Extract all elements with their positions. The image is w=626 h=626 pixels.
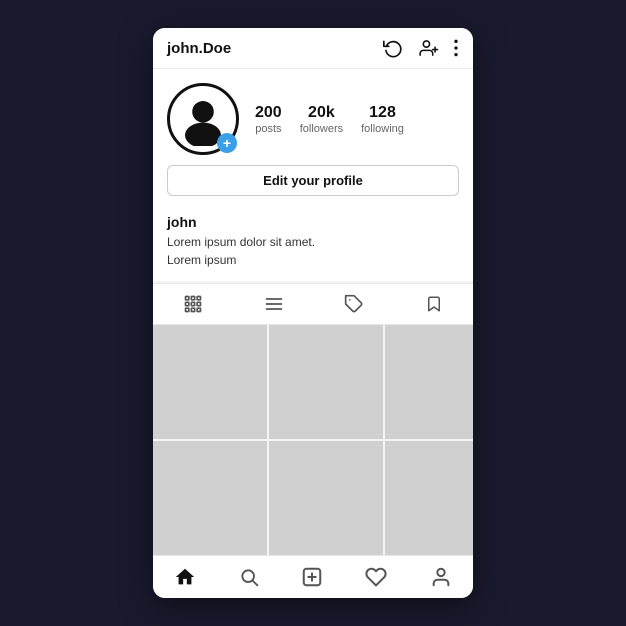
profile-row: + 200 posts 20k followers 128 following [167,83,459,155]
profile-section: + 200 posts 20k followers 128 following … [153,69,473,206]
following-count: 128 [369,103,396,122]
nav-add[interactable] [301,566,323,588]
top-bar-icons [383,38,459,58]
stats-row: 200 posts 20k followers 128 following [255,103,459,134]
tab-grid[interactable] [183,294,203,314]
bottom-nav [153,555,473,598]
phone-frame: john.Doe [153,28,473,598]
photo-grid [153,325,473,555]
grid-cell-2[interactable] [269,325,383,439]
tab-tag[interactable] [344,294,364,314]
nav-home[interactable] [174,566,196,588]
grid-cell-4[interactable] [153,441,267,555]
tabs-bar [153,283,473,325]
followers-stat: 20k followers [300,103,343,134]
grid-cell-5[interactable] [269,441,383,555]
bio-line1: Lorem ipsum dolor sit amet. [167,235,315,249]
bio-line2: Lorem ipsum [167,253,236,267]
avatar-wrapper: + [167,83,239,155]
username: john.Doe [167,40,231,57]
following-label: following [361,123,404,135]
bio-text: Lorem ipsum dolor sit amet. Lorem ipsum [167,233,459,269]
edit-profile-button[interactable]: Edit your profile [167,165,459,196]
more-icon[interactable] [453,38,459,58]
tab-bookmark[interactable] [425,294,443,314]
posts-label: posts [255,123,281,135]
following-stat: 128 following [361,103,404,134]
posts-count: 200 [255,103,282,122]
bio-section: john Lorem ipsum dolor sit amet. Lorem i… [153,206,473,281]
tab-list[interactable] [264,294,284,314]
grid-cell-1[interactable] [153,325,267,439]
history-icon[interactable] [383,38,403,58]
posts-stat: 200 posts [255,103,282,134]
nav-profile[interactable] [430,566,452,588]
grid-cell-6[interactable] [385,441,473,555]
top-bar: john.Doe [153,28,473,69]
followers-label: followers [300,123,343,135]
profile-name: john [167,214,459,230]
grid-cell-3[interactable] [385,325,473,439]
add-photo-button[interactable]: + [217,133,237,153]
add-user-icon[interactable] [417,38,439,58]
nav-search[interactable] [239,567,259,587]
nav-likes[interactable] [365,566,387,588]
followers-count: 20k [308,103,335,122]
